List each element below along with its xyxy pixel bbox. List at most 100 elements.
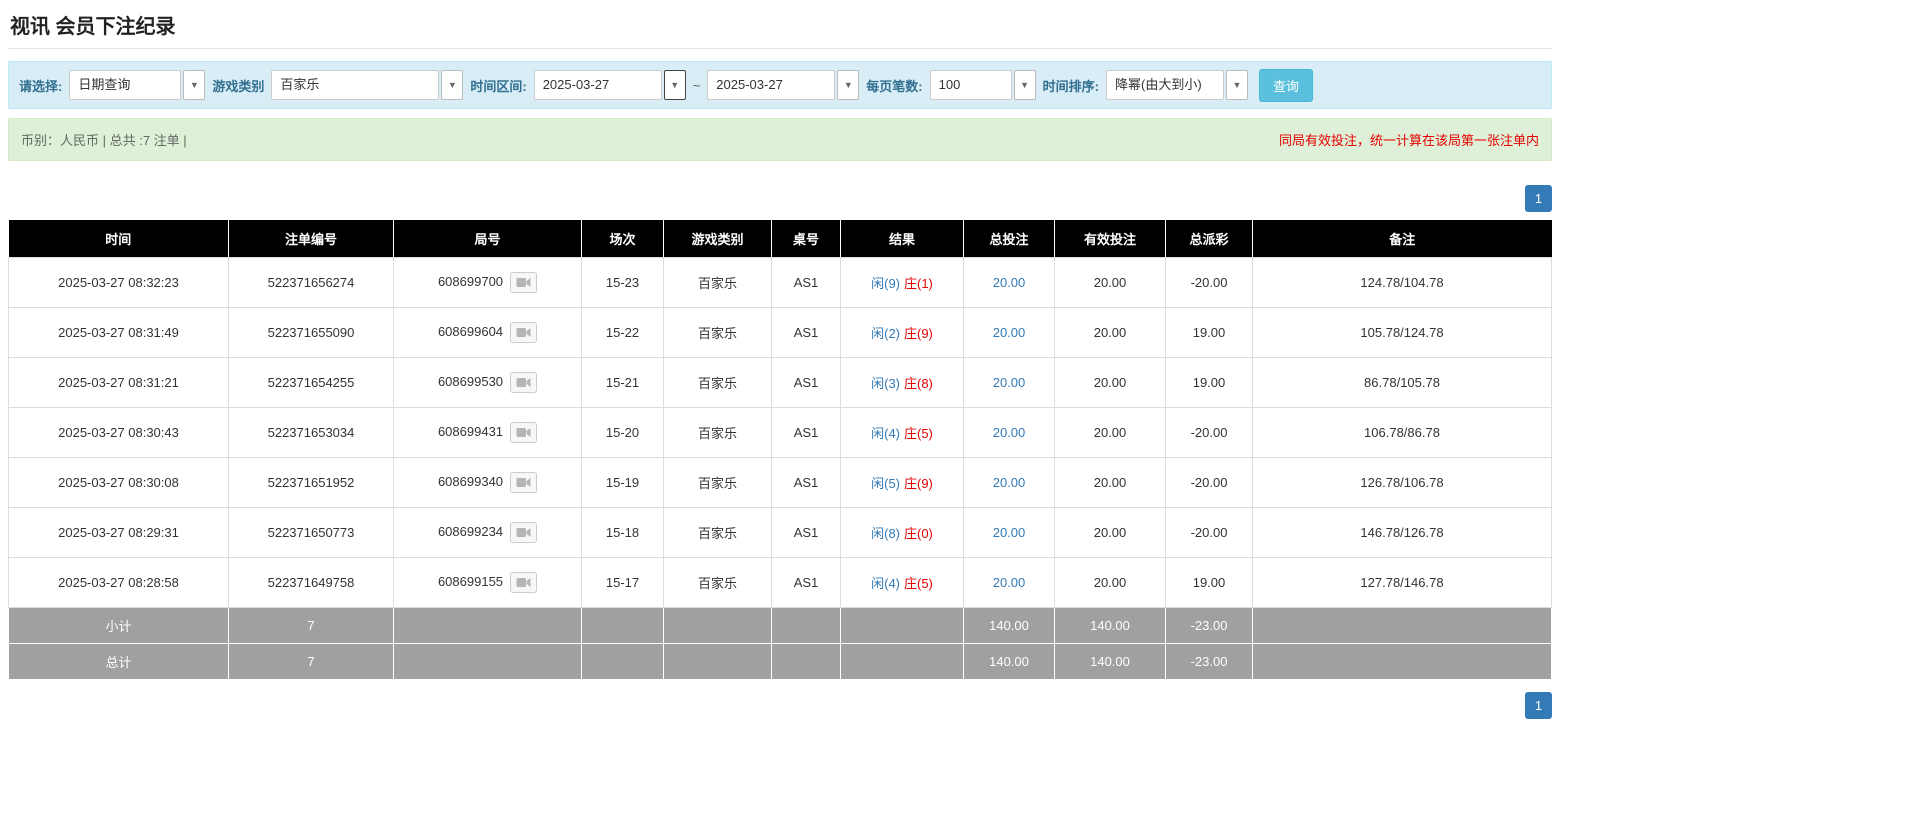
page-1-button[interactable]: 1 — [1525, 185, 1552, 212]
video-replay-icon[interactable] — [510, 372, 538, 393]
result-banker: 庄(5) — [904, 576, 933, 591]
cell-game-type: 百家乐 — [663, 507, 772, 558]
result-banker: 庄(9) — [904, 326, 933, 341]
total-bet-link[interactable]: 20.00 — [993, 375, 1026, 390]
total-count: 7 — [228, 643, 394, 680]
table-row: 2025-03-27 08:29:31 522371650773 6086992… — [8, 507, 1552, 558]
cell-time: 2025-03-27 08:32:23 — [8, 257, 229, 308]
cell-game-type: 百家乐 — [663, 257, 772, 308]
cell-bet-id: 522371656274 — [228, 257, 394, 308]
header-remark: 备注 — [1252, 220, 1552, 258]
chevron-down-icon[interactable]: ▼ — [441, 70, 464, 100]
filter-bar: 请选择: 日期查询 ▼ 游戏类别 百家乐 ▼ 时间区间: 2025-03-27 … — [8, 61, 1552, 109]
cell-round: 608699155 — [393, 557, 582, 608]
cell-total-bet: 20.00 — [963, 457, 1055, 508]
currency-summary: 币别：人民币 | 总共 :7 注单 | — [21, 133, 187, 148]
cell-bet-id: 522371651952 — [228, 457, 394, 508]
caret-glyph: ▼ — [447, 80, 457, 90]
query-type-select[interactable]: 日期查询 ▼ — [69, 70, 206, 100]
caret-glyph: ▼ — [189, 80, 199, 90]
cell-remark: 127.78/146.78 — [1252, 557, 1552, 608]
cell-payout: -20.00 — [1165, 507, 1253, 558]
pagination-top: 1 — [8, 185, 1552, 212]
date-to-select[interactable]: 2025-03-27 ▼ — [707, 70, 860, 100]
chevron-down-icon[interactable]: ▼ — [1013, 70, 1036, 100]
cell-payout: 19.00 — [1165, 357, 1253, 408]
info-bar: 币别：人民币 | 总共 :7 注单 | 同局有效投注，统一计算在该局第一张注单内 — [8, 118, 1552, 161]
cell-payout: -20.00 — [1165, 407, 1253, 458]
valid-bet-notice: 同局有效投注，统一计算在该局第一张注单内 — [1278, 133, 1539, 148]
cell-time: 2025-03-27 08:31:21 — [8, 357, 229, 408]
total-bet-link[interactable]: 20.00 — [993, 325, 1026, 340]
sort-order-value[interactable]: 降幂(由大到小) — [1105, 70, 1224, 100]
caret-glyph: ▼ — [1232, 80, 1242, 90]
time-range-label: 时间区间: — [470, 78, 527, 94]
page-1-button[interactable]: 1 — [1525, 692, 1552, 719]
total-bet-link[interactable]: 20.00 — [993, 475, 1026, 490]
table-row: 2025-03-27 08:30:08 522371651952 6086993… — [8, 457, 1552, 508]
cell-remark: 126.78/106.78 — [1252, 457, 1552, 508]
cell-valid-bet: 20.00 — [1054, 357, 1166, 408]
result-banker: 庄(0) — [904, 526, 933, 541]
result-player: 闲(2) — [871, 326, 900, 341]
header-game-type: 游戏类别 — [663, 220, 772, 258]
chevron-down-icon[interactable]: ▼ — [837, 70, 860, 100]
chevron-down-icon[interactable]: ▼ — [663, 70, 686, 100]
video-replay-icon[interactable] — [510, 522, 538, 543]
cell-payout: -20.00 — [1165, 457, 1253, 508]
cell-payout: 19.00 — [1165, 557, 1253, 608]
video-replay-icon[interactable] — [510, 322, 538, 343]
video-replay-icon[interactable] — [510, 422, 538, 443]
date-to-value[interactable]: 2025-03-27 — [707, 70, 836, 100]
game-type-select[interactable]: 百家乐 ▼ — [271, 70, 464, 100]
table-row: 2025-03-27 08:32:23 522371656274 6086997… — [8, 257, 1552, 308]
page-size-select[interactable]: 100 ▼ — [929, 70, 1036, 100]
video-replay-icon[interactable] — [510, 572, 538, 593]
cell-bet-id: 522371649758 — [228, 557, 394, 608]
result-banker: 庄(1) — [904, 276, 933, 291]
cell-time: 2025-03-27 08:30:08 — [8, 457, 229, 508]
chevron-down-icon[interactable]: ▼ — [1225, 70, 1248, 100]
cell-session: 15-22 — [581, 307, 664, 358]
cell-time: 2025-03-27 08:29:31 — [8, 507, 229, 558]
cell-session: 15-18 — [581, 507, 664, 558]
table-footer: 小计 7 140.00 140.00 -23.00 总计 7 140.00 14… — [8, 607, 1552, 680]
subtotal-row: 小计 7 140.00 140.00 -23.00 — [8, 607, 1552, 644]
table-body: 2025-03-27 08:32:23 522371656274 6086997… — [8, 257, 1552, 608]
video-replay-icon[interactable] — [510, 472, 538, 493]
cell-session: 15-19 — [581, 457, 664, 508]
date-from-select[interactable]: 2025-03-27 ▼ — [533, 70, 686, 100]
cell-table-no: AS1 — [771, 557, 841, 608]
total-bet-link[interactable]: 20.00 — [993, 575, 1026, 590]
header-payout: 总派彩 — [1165, 220, 1253, 258]
sort-order-select[interactable]: 降幂(由大到小) ▼ — [1105, 70, 1248, 100]
cell-session: 15-21 — [581, 357, 664, 408]
game-type-value[interactable]: 百家乐 — [271, 70, 440, 100]
total-valid-bet: 140.00 — [1054, 643, 1166, 680]
cell-payout: 19.00 — [1165, 307, 1253, 358]
table-row: 2025-03-27 08:31:21 522371654255 6086995… — [8, 357, 1552, 408]
total-total-bet: 140.00 — [963, 643, 1055, 680]
cell-round: 608699340 — [393, 457, 582, 508]
result-player: 闲(3) — [871, 376, 900, 391]
total-bet-link[interactable]: 20.00 — [993, 275, 1026, 290]
date-from-value[interactable]: 2025-03-27 — [533, 70, 662, 100]
query-type-value[interactable]: 日期查询 — [69, 70, 182, 100]
cell-round: 608699700 — [393, 257, 582, 308]
round-number: 608699234 — [437, 523, 504, 539]
round-number: 608699530 — [437, 373, 504, 389]
total-bet-link[interactable]: 20.00 — [993, 525, 1026, 540]
cell-remark: 124.78/104.78 — [1252, 257, 1552, 308]
cell-result: 闲(2) 庄(9) — [840, 307, 964, 358]
video-replay-icon[interactable] — [510, 272, 538, 293]
game-type-label: 游戏类别 — [212, 78, 265, 94]
page-size-value[interactable]: 100 — [929, 70, 1012, 100]
chevron-down-icon[interactable]: ▼ — [183, 70, 206, 100]
cell-remark: 105.78/124.78 — [1252, 307, 1552, 358]
query-button[interactable]: 查询 — [1258, 68, 1313, 102]
query-type-label: 请选择: — [19, 78, 63, 94]
round-number: 608699431 — [437, 423, 504, 439]
total-bet-link[interactable]: 20.00 — [993, 425, 1026, 440]
cell-round: 608699431 — [393, 407, 582, 458]
result-player: 闲(5) — [871, 476, 900, 491]
